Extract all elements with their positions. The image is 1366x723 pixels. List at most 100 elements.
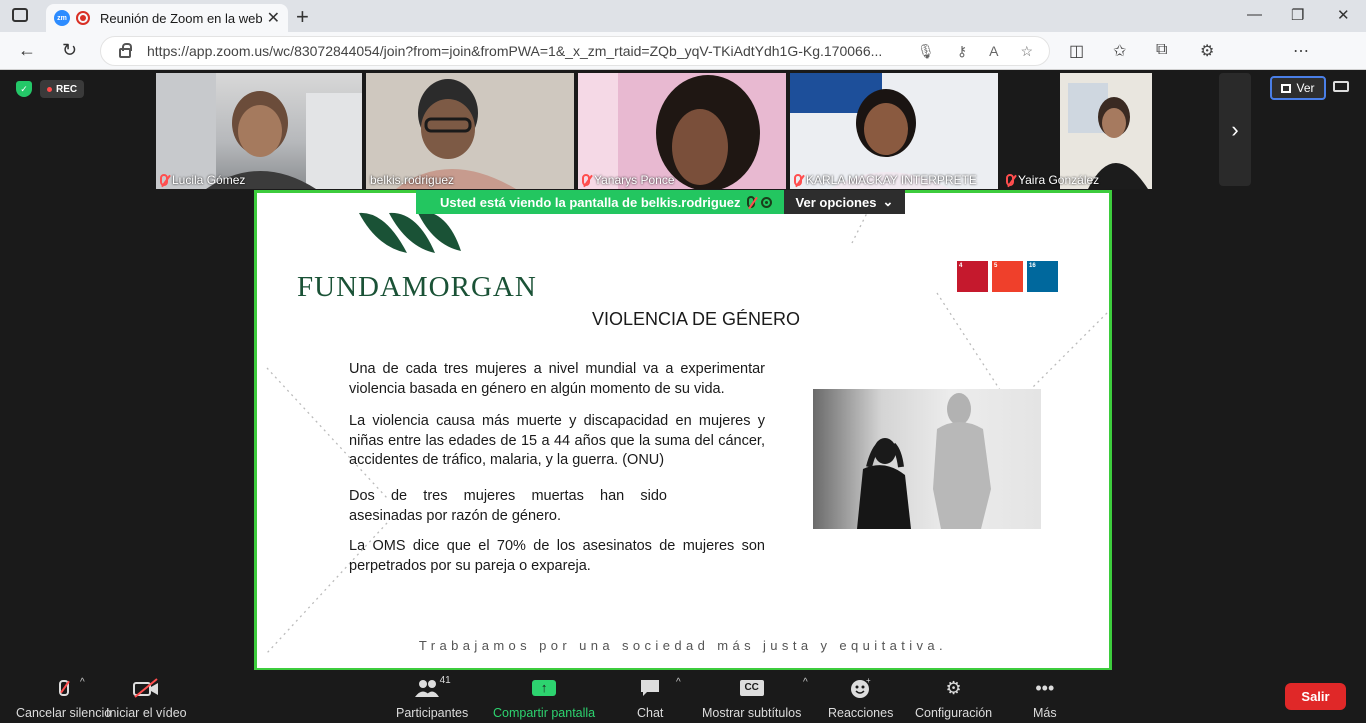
unmute-button[interactable]: Cancelar silencio	[16, 676, 111, 720]
share-screen-label: Compartir pantalla	[493, 706, 596, 720]
participant-name: Yanarys Ponce	[594, 173, 675, 187]
muted-mic-icon	[58, 676, 69, 700]
participant-tile[interactable]: Lucila Gómez	[156, 73, 362, 189]
read-aloud-icon[interactable]: A	[989, 43, 998, 60]
view-button[interactable]: Ver	[1270, 76, 1326, 100]
participant-tile[interactable]: Yanarys Ponce	[578, 73, 786, 189]
chat-options-caret-icon[interactable]: ^	[676, 677, 681, 688]
slide-paragraph: La OMS dice que el 70% de los asesinatos…	[349, 538, 765, 574]
grid-view-icon	[1281, 83, 1292, 93]
browser-tab-bar: zm Reunión de Zoom en la web ✕ + — ❐ ✕	[0, 0, 1366, 32]
fundamorgan-logo: FUNDAMORGAN	[297, 271, 537, 303]
participant-count: 41	[439, 674, 451, 686]
video-off-icon	[133, 676, 159, 700]
chevron-right-icon: ›	[1231, 116, 1239, 142]
tab-actions-icon[interactable]	[12, 8, 28, 22]
more-label: Más	[1033, 706, 1057, 720]
share-screen-button[interactable]: ↑ Compartir pantalla	[493, 676, 595, 720]
muted-mic-icon	[794, 174, 802, 186]
slide-paragraph: Dos de tres mujeres muertas han sido ase…	[349, 488, 667, 524]
participant-name: belkis.rodriguez	[370, 173, 455, 187]
participant-video	[156, 73, 362, 189]
share-screen-icon: ↑	[532, 676, 557, 700]
recording-badge[interactable]: REC	[40, 80, 85, 98]
refresh-icon[interactable]: ↻	[62, 40, 77, 61]
close-window-icon[interactable]: ✕	[1337, 6, 1350, 24]
encryption-shield-icon[interactable]: ✓	[16, 81, 32, 97]
close-tab-icon[interactable]: ✕	[267, 8, 280, 28]
next-page-button[interactable]: ›	[1219, 73, 1251, 186]
subtitles-options-caret-icon[interactable]: ^	[803, 677, 808, 688]
gear-icon: ⚙	[945, 677, 962, 698]
slide-paragraph: Una de cada tres mujeres a nivel mundial…	[349, 361, 765, 397]
more-button[interactable]: ••• Más	[1033, 676, 1057, 721]
rec-dot-icon	[47, 86, 52, 92]
participant-video	[790, 73, 998, 189]
chat-button[interactable]: Chat	[637, 676, 663, 720]
collections-icon[interactable]: ⧉	[1156, 41, 1167, 59]
chat-label: Chat	[637, 706, 664, 720]
settings-button[interactable]: ⚙ Configuración	[915, 676, 993, 721]
microphone-icon[interactable]: 🎙	[917, 43, 935, 60]
participants-button[interactable]: 41 Participantes	[396, 674, 469, 721]
favorites-icon[interactable]: ✩	[1113, 41, 1126, 61]
participant-tile-active-speaker[interactable]: belkis.rodriguez	[366, 73, 574, 189]
participant-video	[1060, 73, 1152, 189]
address-bar-row: ← ↻ https://app.zoom.us/wc/83072844054/j…	[0, 32, 1366, 95]
participant-tile[interactable]: KARLA MACKAY INTERPRETE	[790, 73, 998, 189]
new-tab-icon[interactable]: +	[296, 4, 309, 30]
svg-text:+: +	[866, 677, 871, 685]
sdg-16-icon: 16	[1027, 261, 1058, 292]
extensions-icon[interactable]: ⚙	[1200, 41, 1214, 61]
slide-footer: Trabajamos por una sociedad más justa y …	[418, 638, 948, 653]
muted-mic-icon	[582, 174, 590, 186]
settings-label: Configuración	[915, 706, 993, 720]
favorite-star-icon[interactable]: ☆	[1020, 43, 1033, 60]
participants-icon: 41	[414, 674, 451, 700]
participant-name: Lucila Gómez	[172, 173, 246, 187]
minimize-icon[interactable]: —	[1247, 6, 1262, 23]
view-options-button[interactable]: Ver opciones ⌄	[783, 190, 906, 214]
url-text: https://app.zoom.us/wc/83072844054/join?…	[147, 43, 883, 59]
tab-title: Reunión de Zoom en la web	[100, 10, 263, 26]
silhouette-image	[857, 393, 991, 529]
browser-tab[interactable]: zm Reunión de Zoom en la web ✕	[46, 4, 288, 32]
smiley-icon: +	[850, 676, 872, 700]
more-menu-icon[interactable]: ⋯	[1293, 41, 1309, 61]
participant-video	[578, 73, 786, 189]
rec-label: REC	[56, 83, 78, 95]
lock-icon[interactable]	[119, 43, 132, 58]
url-field[interactable]: https://app.zoom.us/wc/83072844054/join?…	[100, 36, 1050, 66]
closed-captions-icon: CC	[739, 676, 764, 700]
muted-mic-icon	[1006, 174, 1014, 186]
fullscreen-toggle-icon[interactable]	[1333, 81, 1349, 92]
muted-mic-icon	[160, 174, 168, 186]
presenter-record-icon	[760, 196, 772, 208]
recording-icon	[76, 11, 90, 25]
chat-icon	[639, 676, 661, 700]
sdg-4-icon: 4	[957, 261, 988, 292]
participant-video	[366, 73, 574, 189]
screen-share-banner: Usted está viendo la pantalla de belkis.…	[416, 190, 906, 214]
share-banner-text: Usted está viendo la pantalla de belkis.…	[440, 194, 741, 210]
audio-options-caret-icon[interactable]: ^	[80, 677, 85, 688]
view-button-label: Ver	[1296, 81, 1315, 95]
subtitles-label: Mostrar subtítulos	[702, 706, 802, 720]
participants-label: Participantes	[396, 706, 469, 720]
view-options-label: Ver opciones	[795, 194, 877, 210]
silhouette-photo	[813, 389, 1041, 529]
subtitles-button[interactable]: CC Mostrar subtítulos	[702, 676, 801, 720]
reactions-label: Reacciones	[828, 706, 894, 720]
leave-button[interactable]: Salir	[1285, 683, 1346, 710]
key-icon[interactable]: ⚷	[957, 43, 967, 60]
slide-paragraph: La violencia causa más muerte y discapac…	[349, 413, 765, 468]
share-banner-status: Usted está viendo la pantalla de belkis.…	[416, 190, 784, 214]
reactions-button[interactable]: + Reacciones	[828, 676, 893, 720]
participant-tile[interactable]: Yaira González	[1002, 73, 1152, 189]
restore-icon[interactable]: ❐	[1291, 6, 1304, 24]
back-icon[interactable]: ←	[18, 40, 36, 61]
start-video-button[interactable]: Iniciar el vídeo	[106, 676, 187, 720]
split-screen-icon[interactable]: ◫	[1069, 41, 1084, 61]
participant-name: Yaira González	[1018, 173, 1100, 187]
meeting-toolbar: Cancelar silencio ^ Iniciar el vídeo 41 …	[4, 670, 1362, 723]
